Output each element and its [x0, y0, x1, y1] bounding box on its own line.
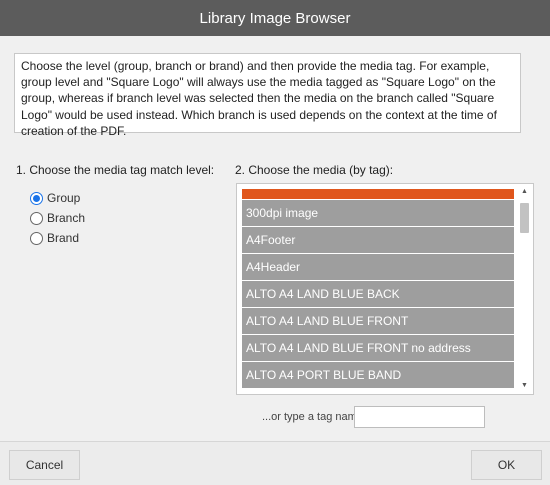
media-tag-listbox[interactable]: 300dpi image A4Footer A4Header ALTO A4 L… — [236, 183, 534, 395]
tag-name-label: ...or type a tag name: — [262, 411, 366, 423]
radio-button-brand[interactable] — [30, 231, 43, 245]
radio-label-group: Group — [47, 191, 81, 205]
radio-label-brand: Brand — [47, 231, 80, 245]
radio-button-group[interactable] — [30, 191, 43, 205]
scroll-down-arrow-icon[interactable]: ▼ — [517, 380, 532, 392]
radio-option-brand[interactable]: Brand — [30, 228, 85, 248]
scrollbar-thumb[interactable] — [520, 203, 529, 233]
match-level-radio-group: Group Branch Brand — [30, 188, 85, 248]
scroll-up-arrow-icon[interactable]: ▲ — [517, 186, 532, 198]
instructions-text: Choose the level (group, branch or brand… — [14, 53, 521, 138]
radio-button-branch[interactable] — [30, 211, 43, 225]
list-item[interactable]: 300dpi image — [242, 200, 514, 226]
list-item[interactable]: A4Header — [242, 254, 514, 280]
radio-option-group[interactable]: Group — [30, 188, 85, 208]
list-item[interactable]: ALTO A4 LAND BLUE FRONT — [242, 308, 514, 334]
dialog-footer: Cancel OK — [0, 441, 550, 485]
cancel-button[interactable]: Cancel — [9, 450, 80, 480]
list-item[interactable]: A4Footer — [242, 227, 514, 253]
list-item[interactable]: ALTO A4 LAND BLUE FRONT no address — [242, 335, 514, 361]
tag-name-input[interactable] — [354, 406, 485, 428]
selected-media-item[interactable] — [242, 189, 514, 199]
radio-label-branch: Branch — [47, 211, 86, 225]
dialog-title-bar: Library Image Browser — [0, 0, 550, 36]
media-section-label: 2. Choose the media (by tag): — [235, 163, 394, 177]
media-tag-list: 300dpi image A4Footer A4Header ALTO A4 L… — [242, 189, 514, 389]
list-item[interactable]: ALTO A4 LAND BLUE BACK — [242, 281, 514, 307]
listbox-scrollbar[interactable]: ▲ ▼ — [517, 185, 532, 393]
list-item[interactable]: ALTO A4 PORT BLUE BAND — [242, 362, 514, 388]
level-section-label: 1. Choose the media tag match level: — [16, 163, 215, 177]
dialog-title: Library Image Browser — [199, 9, 351, 27]
radio-option-branch[interactable]: Branch — [30, 208, 85, 228]
ok-button[interactable]: OK — [471, 450, 542, 480]
